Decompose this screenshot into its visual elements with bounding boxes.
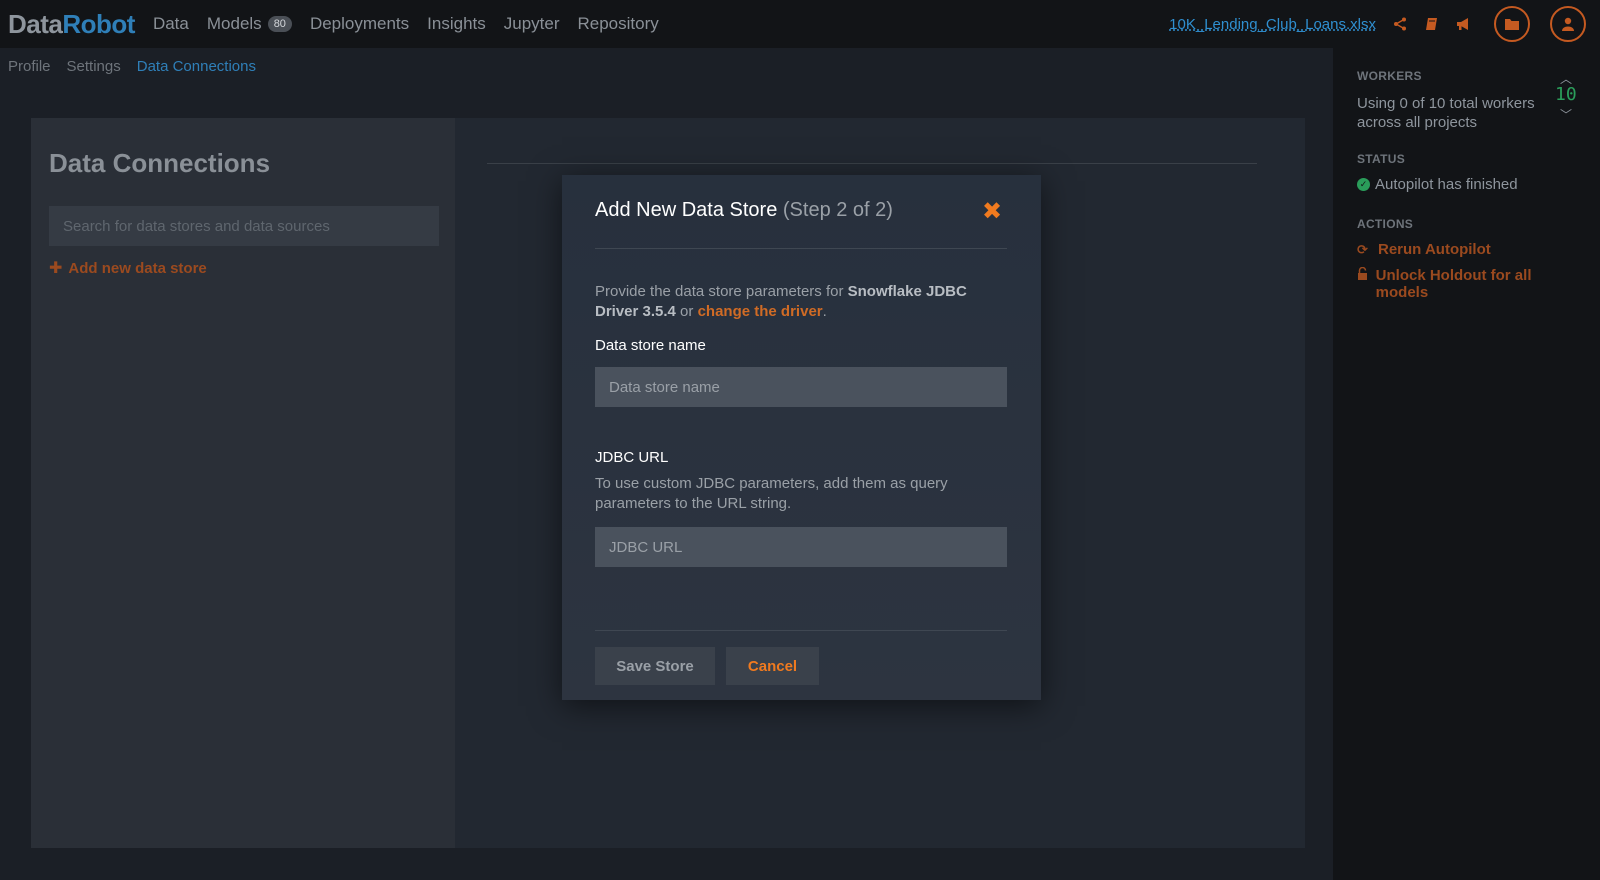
subnav-settings[interactable]: Settings [67,58,121,75]
nav-jupyter-label: Jupyter [503,14,560,33]
page-title: Data Connections [49,148,271,178]
folder-button[interactable] [1494,6,1530,42]
refresh-icon: ⟳ [1357,242,1368,257]
unlock-holdout-label: Unlock Holdout for all models [1375,267,1532,301]
nav-jupyter[interactable]: Jupyter [504,14,560,34]
data-stores-search-input[interactable] [49,206,439,246]
add-new-data-store-label: Add new data store [68,259,207,277]
data-store-name-input[interactable] [595,367,1007,407]
add-new-data-store-link[interactable]: ✚ Add new data store [49,258,207,278]
status-row: ✓ Autopilot has finished [1357,176,1518,193]
actions-heading: ACTIONS [1357,217,1414,231]
add-data-store-modal: Add New Data Store (Step 2 of 2) ✖ Provi… [562,175,1041,700]
book-icon[interactable] [1424,16,1440,32]
desc-end: . [822,303,827,320]
jdbc-url-label: JDBC URL [595,449,669,466]
user-icon [1562,17,1574,31]
divider [487,163,1257,164]
user-button[interactable] [1550,6,1586,42]
nav-deployments[interactable]: Deployments [310,14,409,34]
workers-text: Using 0 of 10 total workers across all p… [1357,95,1535,131]
megaphone-icon[interactable] [1456,16,1472,32]
nav-deployments-label: Deployments [309,14,410,33]
cancel-button[interactable]: Cancel [726,647,819,685]
nav-insights[interactable]: Insights [427,14,486,34]
plus-icon: ✚ [49,260,63,277]
models-count-badge: 80 [267,16,292,32]
modal-step-indicator: (Step 2 of 2) [782,199,893,221]
folder-icon [1505,19,1519,30]
nav-repository[interactable]: Repository [578,14,659,34]
workers-count: 10 [1555,84,1577,105]
project-file-link[interactable]: 10K_Lending_Club_Loans.xlsx [1169,16,1376,33]
top-right-controls: 10K_Lending_Club_Loans.xlsx [1169,0,1586,48]
status-heading: STATUS [1357,152,1406,166]
share-icon[interactable] [1392,16,1408,32]
change-driver-link[interactable]: change the driver [698,303,823,320]
workers-heading: WORKERS [1357,69,1422,83]
modal-footer-divider [595,630,1007,631]
modal-header-divider [595,248,1007,249]
chevron-down-icon[interactable]: ﹀ [1560,106,1572,123]
rerun-autopilot-action[interactable]: ⟳ Rerun Autopilot [1357,241,1491,258]
modal-title: Add New Data Store (Step 2 of 2) [595,199,893,222]
settings-subnav: Profile Settings Data Connections [8,58,272,75]
status-text: Autopilot has finished [1375,176,1518,193]
rerun-autopilot-label: Rerun Autopilot [1378,241,1491,258]
subnav-data-connections[interactable]: Data Connections [137,58,256,75]
nav-data-label: Data [152,14,189,33]
project-sidebar: WORKERS Using 0 of 10 total workers acro… [1333,48,1600,880]
modal-title-text: Add New Data Store [595,199,778,221]
nav-insights-label: Insights [427,14,486,33]
desc-prefix: Provide the data store parameters for [595,283,848,300]
logo-text-robot: Robot [62,8,135,39]
subnav-profile[interactable]: Profile [8,58,51,75]
desc-or: or [675,303,698,320]
nav-models[interactable]: Models 80 [207,14,292,34]
main-nav: Data Models 80 Deployments Insights Jupyt… [153,14,677,34]
save-store-button[interactable]: Save Store [595,647,715,685]
jdbc-url-help-text: To use custom JDBC parameters, add them … [595,475,948,512]
close-icon[interactable]: ✖ [981,200,1003,224]
data-store-name-label: Data store name [595,337,706,354]
check-circle-icon: ✓ [1357,178,1370,191]
logo-text-data: Data [8,8,63,39]
top-navigation-bar: Data Robot Data Models 80 Deployments Insi… [0,0,1600,48]
data-connections-panel: Data Connections ✚ Add new data store [31,118,455,848]
datarobot-logo[interactable]: Data Robot [8,9,135,40]
unlock-icon [1357,266,1371,301]
nav-models-label: Models [206,14,262,33]
nav-data[interactable]: Data [153,14,189,34]
jdbc-url-input[interactable] [595,527,1007,567]
nav-repository-label: Repository [577,14,659,33]
modal-description: Provide the data store parameters for Sn… [595,282,995,322]
unlock-holdout-action[interactable]: Unlock Holdout for all models [1357,266,1557,301]
